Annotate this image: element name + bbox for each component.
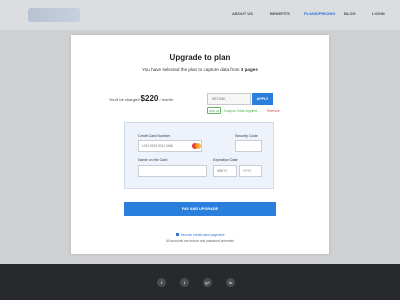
mastercard-icon bbox=[192, 143, 201, 149]
logo[interactable] bbox=[28, 8, 80, 22]
card-number-label: Credit Card Number bbox=[138, 134, 171, 138]
remove-coupon-link[interactable]: Remove bbox=[267, 109, 280, 113]
linkedin-icon[interactable]: in bbox=[226, 278, 235, 287]
charge-period: / month bbox=[159, 97, 173, 102]
name-on-card-label: Name on the Card bbox=[138, 158, 168, 162]
security-code-field[interactable] bbox=[235, 140, 262, 152]
secure-payment-text: Secure credit card payment bbox=[180, 233, 225, 237]
coupon-input[interactable] bbox=[207, 93, 251, 105]
discount-badge: 15% off bbox=[207, 107, 221, 114]
payment-form: Credit Card Number Security Code Name on… bbox=[124, 122, 274, 189]
charge-summary: You'll be charged $220 / month bbox=[109, 94, 173, 103]
pay-and-upgrade-button[interactable]: PAY AND UPGRADE bbox=[124, 202, 276, 216]
facebook-icon[interactable]: f bbox=[157, 278, 166, 287]
security-code-label: Security Code bbox=[235, 134, 258, 138]
exp-year-field[interactable] bbox=[239, 165, 262, 177]
footer: f t g+ in bbox=[0, 264, 400, 300]
charged-label: You'll be charged bbox=[109, 97, 140, 102]
name-on-card-field[interactable] bbox=[138, 165, 207, 177]
top-navbar: ABOUT US BENEFITS PLANS/PRICING BLOG LOG… bbox=[0, 0, 400, 30]
expiration-label: Expiration Date bbox=[213, 158, 238, 162]
apply-coupon-button[interactable]: APPLY bbox=[252, 93, 273, 105]
twitter-icon[interactable]: t bbox=[180, 278, 189, 287]
secure-payment-link[interactable]: Secure credit card payment bbox=[71, 233, 329, 237]
security-note: All accounts are secure and password pro… bbox=[165, 239, 235, 243]
nav-benefits[interactable]: BENEFITS bbox=[270, 11, 290, 19]
charge-amount: $220 bbox=[140, 94, 159, 103]
nav-blog[interactable]: BLOG bbox=[344, 11, 356, 19]
pages-count: 3 pages bbox=[240, 67, 258, 72]
upgrade-card: Upgrade to plan You have selected the pl… bbox=[71, 35, 329, 254]
google-plus-icon[interactable]: g+ bbox=[203, 278, 212, 287]
lock-icon bbox=[175, 233, 179, 237]
plan-subtitle: You have selected the plan to capture da… bbox=[71, 67, 329, 72]
coupon-applied-text: Coupon Code Applied bbox=[224, 108, 257, 113]
nav-plans-pricing[interactable]: PLANS/PRICING bbox=[304, 11, 335, 19]
nav-about-us[interactable]: ABOUT US bbox=[232, 11, 253, 19]
nav-login[interactable]: LOGIN bbox=[372, 11, 385, 19]
exp-month-field[interactable] bbox=[213, 165, 237, 177]
subtitle-text: You have selected the plan to capture da… bbox=[142, 67, 241, 72]
page-title: Upgrade to plan bbox=[169, 53, 231, 62]
